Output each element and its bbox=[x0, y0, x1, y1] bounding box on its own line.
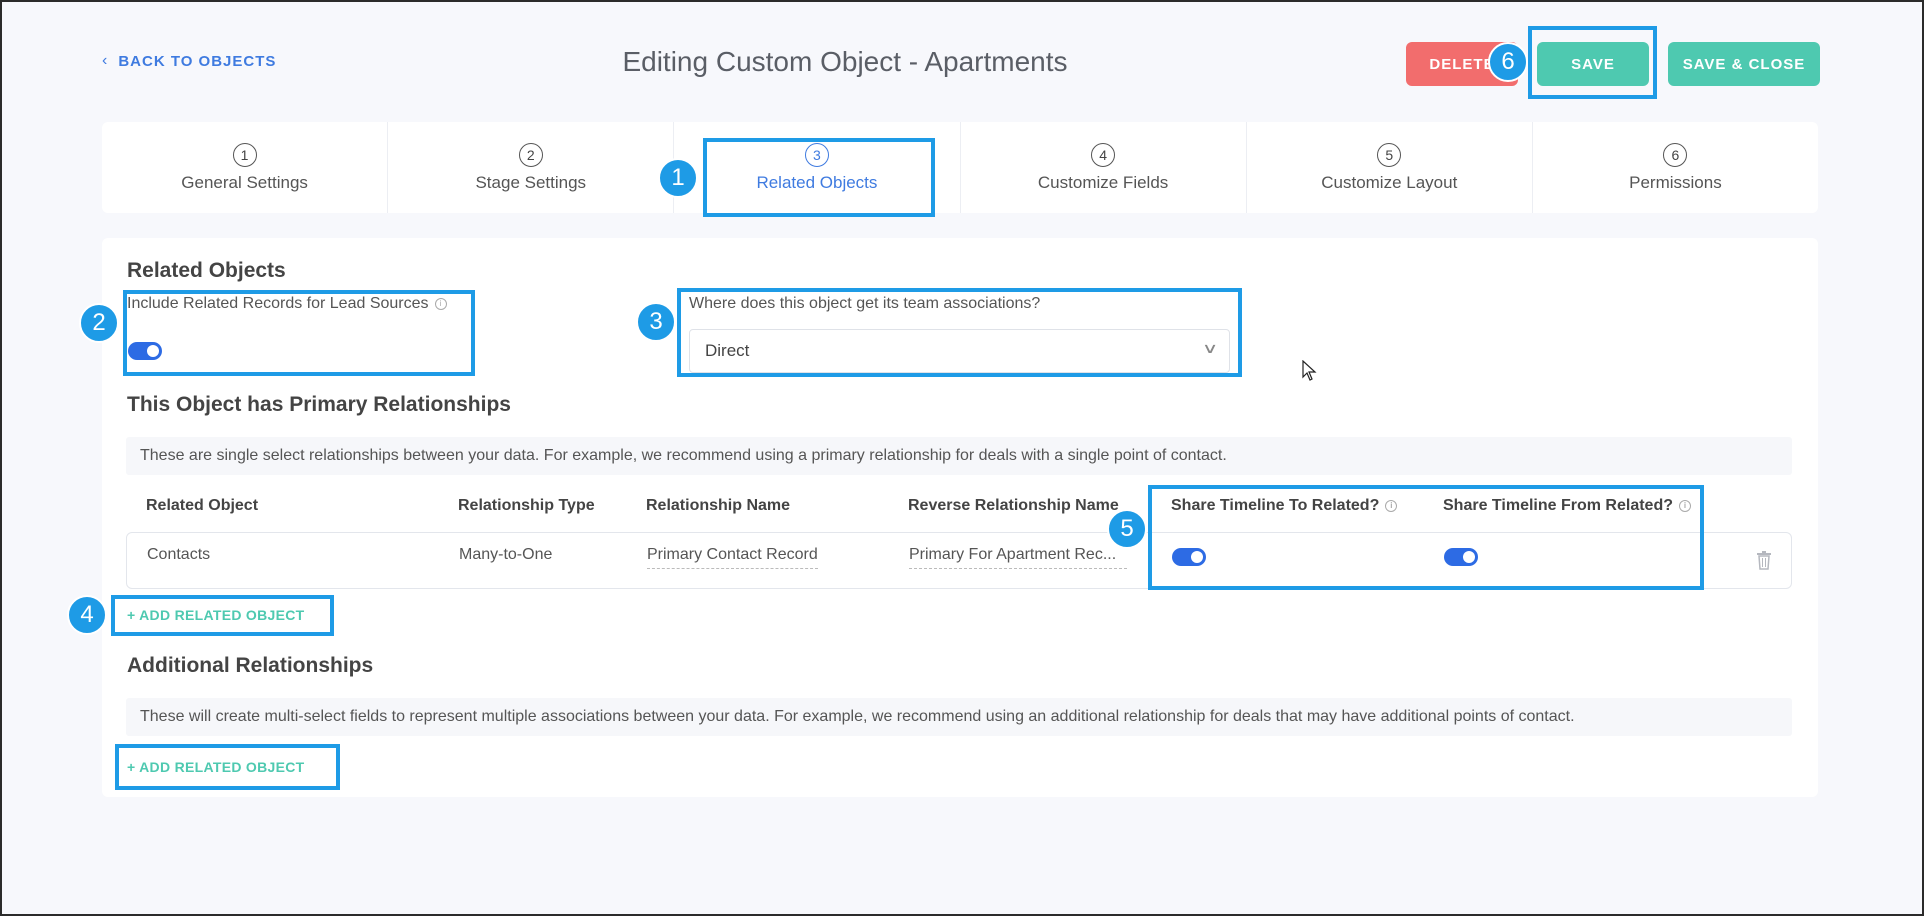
col-share-timeline-to-text: Share Timeline To Related? bbox=[1171, 497, 1380, 514]
tab-label: General Settings bbox=[181, 172, 308, 192]
info-icon: i bbox=[434, 298, 447, 310]
info-icon: i bbox=[1385, 500, 1398, 512]
trash-icon[interactable] bbox=[1756, 550, 1772, 570]
mouse-cursor-icon bbox=[1302, 360, 1317, 381]
annotation-badge-2: 2 bbox=[79, 303, 119, 343]
add-additional-related-object-link[interactable]: + ADD RELATED OBJECT bbox=[127, 759, 305, 775]
related-object-cell: Contacts bbox=[147, 546, 211, 563]
tab-label: Customize Fields bbox=[1037, 172, 1169, 192]
tab-label: Related Objects bbox=[756, 172, 878, 192]
team-associations-select[interactable]: Direct ∨ bbox=[689, 329, 1230, 373]
wizard-tabs: 1 General Settings 2 Stage Settings 3 Re… bbox=[102, 122, 1818, 213]
col-related-object: Related Object bbox=[146, 497, 259, 514]
additional-relationships-heading: Additional Relationships bbox=[127, 654, 374, 677]
share-timeline-from-toggle[interactable] bbox=[1444, 548, 1478, 566]
step-number: 1 bbox=[232, 142, 257, 167]
tab-permissions[interactable]: 6 Permissions bbox=[1533, 122, 1818, 213]
col-share-timeline-from-text: Share Timeline From Related? bbox=[1443, 497, 1673, 514]
tab-customize-fields[interactable]: 4 Customize Fields bbox=[961, 122, 1247, 213]
team-associations-label: Where does this object get its team asso… bbox=[689, 295, 1041, 312]
include-related-label: Include Related Records for Lead Sources… bbox=[127, 295, 447, 313]
relationship-type-cell: Many-to-One bbox=[459, 546, 553, 563]
primary-relationships-heading: This Object has Primary Relationships bbox=[127, 393, 511, 416]
info-icon: i bbox=[1679, 500, 1691, 512]
share-timeline-to-toggle[interactable] bbox=[1172, 548, 1206, 566]
primary-description: These are single select relationships be… bbox=[126, 437, 1792, 475]
relationship-name-field[interactable]: Primary Contact Record bbox=[647, 546, 818, 569]
step-number: 4 bbox=[1091, 142, 1116, 167]
chevron-down-icon: ∨ bbox=[1201, 340, 1219, 356]
include-related-toggle[interactable] bbox=[128, 342, 162, 360]
tab-general-settings[interactable]: 1 General Settings bbox=[102, 122, 389, 213]
tab-label: Customize Layout bbox=[1321, 172, 1458, 192]
col-relationship-name: Relationship Name bbox=[646, 497, 791, 514]
additional-description: These will create multi-select fields to… bbox=[126, 698, 1792, 736]
annotation-badge-3: 3 bbox=[636, 302, 676, 342]
tab-label: Permissions bbox=[1629, 172, 1722, 192]
annotation-badge-6: 6 bbox=[1488, 42, 1528, 82]
tab-stage-settings[interactable]: 2 Stage Settings bbox=[388, 122, 675, 213]
tab-customize-layout[interactable]: 5 Customize Layout bbox=[1247, 122, 1533, 213]
include-related-text: Include Related Records for Lead Sources bbox=[127, 295, 429, 312]
step-number: 3 bbox=[804, 142, 829, 167]
team-associations-value: Direct bbox=[705, 341, 750, 360]
annotation-badge-1: 1 bbox=[658, 158, 698, 198]
step-number: 5 bbox=[1377, 142, 1402, 167]
col-share-timeline-to: Share Timeline To Related? i bbox=[1171, 497, 1398, 515]
col-reverse-relationship-name: Reverse Relationship Name bbox=[908, 497, 1119, 514]
annotation-badge-4: 4 bbox=[67, 595, 107, 635]
annotation-badge-5: 5 bbox=[1107, 509, 1147, 549]
related-objects-heading: Related Objects bbox=[127, 259, 286, 282]
step-number: 2 bbox=[518, 142, 543, 167]
tab-label: Stage Settings bbox=[475, 172, 587, 192]
add-primary-related-object-link[interactable]: + ADD RELATED OBJECT bbox=[127, 607, 305, 623]
col-share-timeline-from: Share Timeline From Related? i bbox=[1443, 497, 1691, 515]
step-number: 6 bbox=[1663, 142, 1688, 167]
save-and-close-button[interactable]: SAVE & CLOSE bbox=[1668, 42, 1820, 86]
reverse-relationship-name-field[interactable]: Primary For Apartment Rec... bbox=[909, 546, 1127, 569]
col-relationship-type: Relationship Type bbox=[458, 497, 595, 514]
save-button[interactable]: SAVE bbox=[1537, 42, 1649, 86]
tab-related-objects[interactable]: 3 Related Objects bbox=[674, 122, 961, 213]
